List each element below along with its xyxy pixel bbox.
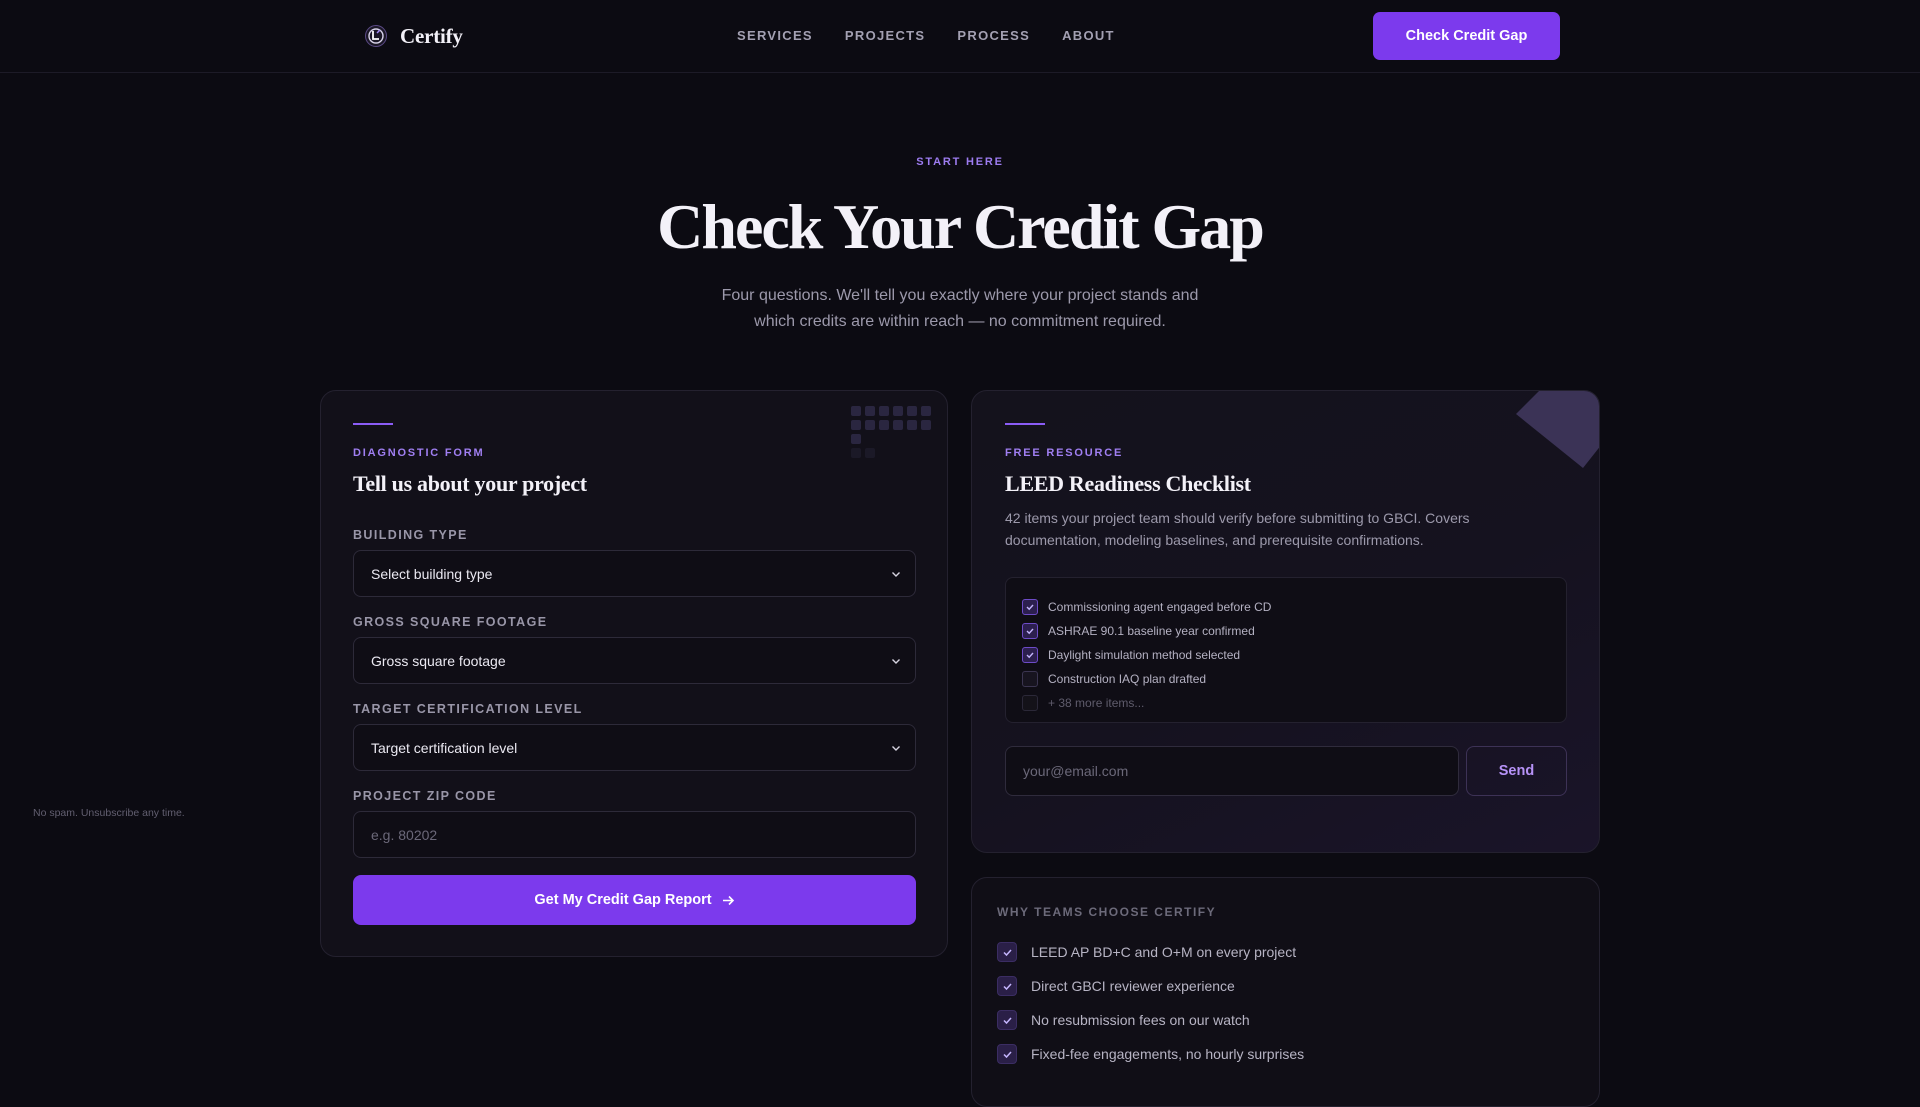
nav-link-process[interactable]: PROCESS: [957, 28, 1030, 43]
accent-line: [353, 423, 393, 425]
why-item-text: LEED AP BD+C and O+M on every project: [1031, 944, 1297, 960]
why-eyebrow: WHY TEAMS CHOOSE CERTIFY: [997, 905, 1217, 919]
check-icon: [997, 976, 1017, 996]
brand-name: Certify: [400, 23, 463, 48]
page-title: Check Your Credit Gap: [657, 191, 1265, 262]
resource-title: LEED Readiness Checklist: [1005, 471, 1251, 496]
why-item-text: Direct GBCI reviewer experience: [1031, 978, 1235, 994]
email-input[interactable]: [1005, 746, 1459, 796]
building-type-select[interactable]: Select building type: [353, 550, 916, 597]
square-footage-select[interactable]: Gross square footage: [353, 637, 916, 684]
hero-eyebrow: START HERE: [916, 156, 1004, 168]
cert-level-label: TARGET CERTIFICATION LEVEL: [353, 702, 583, 716]
zip-input[interactable]: [353, 811, 916, 858]
checklist-more-text: + 38 more items...: [1048, 696, 1145, 710]
resource-eyebrow: FREE RESOURCE: [1005, 447, 1124, 459]
cert-level-value: Target certification level: [371, 739, 518, 756]
get-report-label: Get My Credit Gap Report: [534, 892, 712, 908]
hero-subtitle-line-2: which credits are within reach — no comm…: [754, 313, 1166, 330]
check-icon: [997, 942, 1017, 962]
checkbox-checked-icon: [1022, 647, 1038, 663]
form-eyebrow: DIAGNOSTIC FORM: [353, 447, 485, 459]
accent-line: [1005, 423, 1045, 425]
form-title: Tell us about your project: [353, 471, 587, 496]
chevron-down-icon: [892, 659, 900, 664]
cert-level-select[interactable]: Target certification level: [353, 724, 916, 771]
why-list: LEED AP BD+C and O+M on every project Di…: [997, 935, 1304, 1071]
chevron-down-icon: [892, 572, 900, 577]
checklist-item-text: Construction IAQ plan drafted: [1048, 672, 1207, 686]
checklist-item: ASHRAE 90.1 baseline year confirmed: [1022, 619, 1566, 643]
top-nav: Certify SERVICES PROJECTS PROCESS ABOUT …: [0, 0, 1920, 73]
square-footage-label: GROSS SQUARE FOOTAGE: [353, 615, 548, 629]
nav-link-services[interactable]: SERVICES: [737, 28, 813, 43]
nav-link-about[interactable]: ABOUT: [1062, 28, 1115, 43]
get-report-button[interactable]: Get My Credit Gap Report: [353, 875, 916, 925]
checklist-item-text: Daylight simulation method selected: [1048, 648, 1241, 662]
check-icon: [997, 1044, 1017, 1064]
checklist-preview: Commissioning agent engaged before CD AS…: [1005, 577, 1567, 723]
hero-subtitle-line-1: Four questions. We'll tell you exactly w…: [721, 287, 1199, 304]
check-icon: [997, 1010, 1017, 1030]
why-item-text: Fixed-fee engagements, no hourly surpris…: [1031, 1046, 1305, 1062]
why-item: Fixed-fee engagements, no hourly surpris…: [997, 1037, 1304, 1071]
nav-links: SERVICES PROJECTS PROCESS ABOUT: [737, 28, 1115, 43]
arrow-right-icon: [722, 895, 734, 905]
dot-grid-decoration: [851, 406, 931, 458]
resource-description: 42 items your project team should verify…: [1005, 507, 1525, 551]
checkbox-unchecked-icon: [1022, 695, 1038, 711]
checkbox-unchecked-icon: [1022, 671, 1038, 687]
chevron-down-icon: [892, 746, 900, 751]
diagnostic-form-card: DIAGNOSTIC FORM Tell us about your proje…: [320, 390, 948, 957]
why-item: Direct GBCI reviewer experience: [997, 969, 1304, 1003]
building-type-label: BUILDING TYPE: [353, 528, 468, 542]
brand[interactable]: Certify: [364, 23, 463, 49]
zip-label: PROJECT ZIP CODE: [353, 789, 497, 803]
resource-desc-line-1: 42 items your project team should verify…: [1005, 510, 1470, 526]
compass-logo-icon: [365, 25, 387, 47]
corner-diamond-decoration: [1516, 391, 1599, 468]
nav-link-projects[interactable]: PROJECTS: [845, 28, 925, 43]
checklist-item-text: Commissioning agent engaged before CD: [1048, 600, 1272, 614]
send-button[interactable]: Send: [1466, 746, 1567, 796]
checklist-item: Commissioning agent engaged before CD: [1022, 595, 1566, 619]
no-spam-note: No spam. Unsubscribe any time.: [33, 807, 185, 819]
checkbox-checked-icon: [1022, 599, 1038, 615]
nav-cta-button[interactable]: Check Credit Gap: [1373, 12, 1560, 60]
why-item: No resubmission fees on our watch: [997, 1003, 1304, 1037]
checklist-item: Daylight simulation method selected: [1022, 643, 1566, 667]
checklist-item-text: ASHRAE 90.1 baseline year confirmed: [1048, 624, 1255, 638]
why-choose-card: WHY TEAMS CHOOSE CERTIFY LEED AP BD+C an…: [971, 877, 1600, 1107]
why-item-text: No resubmission fees on our watch: [1031, 1012, 1250, 1028]
checkbox-checked-icon: [1022, 623, 1038, 639]
why-item: LEED AP BD+C and O+M on every project: [997, 935, 1304, 969]
building-type-value: Select building type: [371, 565, 493, 582]
checklist-item: Construction IAQ plan drafted: [1022, 667, 1566, 691]
resource-desc-line-2: documentation, modeling baselines, and p…: [1005, 532, 1424, 548]
square-footage-value: Gross square footage: [371, 652, 506, 669]
hero-subtitle: Four questions. We'll tell you exactly w…: [660, 283, 1260, 335]
checklist-item-more: + 38 more items...: [1022, 691, 1566, 715]
checklist-resource-card: FREE RESOURCE LEED Readiness Checklist 4…: [971, 390, 1600, 853]
